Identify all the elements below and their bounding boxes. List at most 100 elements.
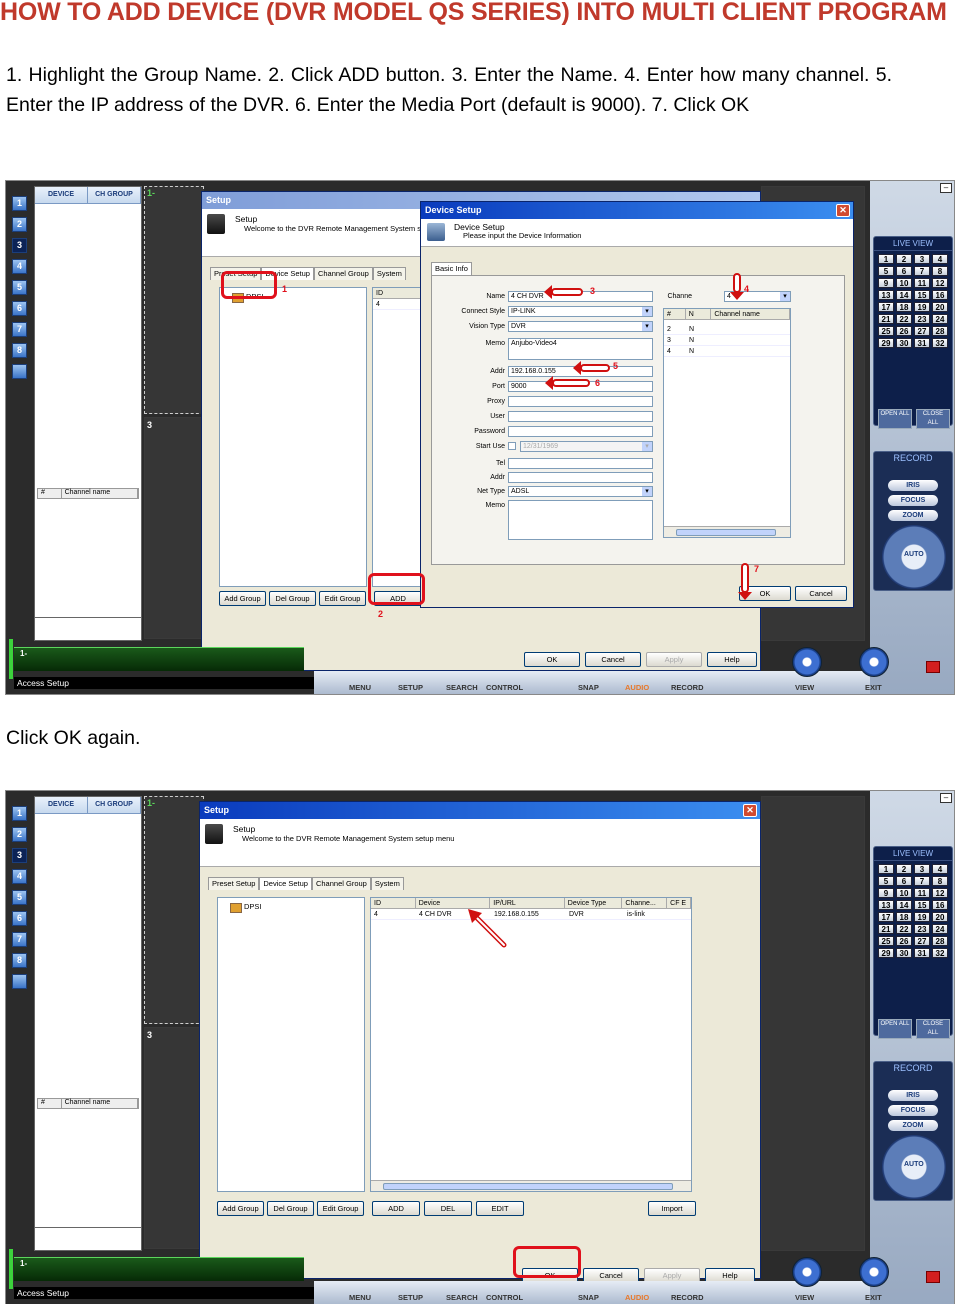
ptz-direction-dial[interactable]: AUTO bbox=[882, 1135, 946, 1199]
live-view-button[interactable]: 19 bbox=[914, 912, 930, 922]
live-view-button[interactable]: 6 bbox=[896, 266, 912, 276]
video-tile-3[interactable]: 3 bbox=[144, 417, 204, 639]
tab-system[interactable]: System bbox=[370, 877, 404, 890]
minimize-icon[interactable]: – bbox=[940, 793, 952, 803]
close-icon[interactable]: ✕ bbox=[743, 804, 757, 817]
left-button-1[interactable]: 1 bbox=[12, 196, 27, 211]
live-view-button[interactable]: 13 bbox=[878, 900, 894, 910]
left-button-6[interactable]: 6 bbox=[12, 301, 27, 316]
iris-control[interactable]: IRIS bbox=[888, 480, 938, 491]
live-view-button[interactable]: 18 bbox=[896, 302, 912, 312]
left-button-8[interactable]: 8 bbox=[12, 343, 27, 358]
live-view-button[interactable]: 3 bbox=[914, 254, 930, 264]
live-view-button[interactable]: 8 bbox=[932, 266, 948, 276]
ptz-direction-dial[interactable]: AUTO bbox=[882, 525, 946, 589]
live-view-button[interactable]: 13 bbox=[878, 290, 894, 300]
live-view-button[interactable]: 17 bbox=[878, 302, 894, 312]
addr2-field[interactable] bbox=[508, 472, 653, 483]
live-view-button[interactable]: 26 bbox=[896, 936, 912, 946]
channel-list-scrollbar[interactable] bbox=[664, 526, 790, 537]
live-view-button[interactable]: 28 bbox=[932, 326, 948, 336]
left-button-3[interactable]: 3 bbox=[12, 238, 27, 253]
start-use-checkbox[interactable] bbox=[508, 442, 516, 450]
live-view-button[interactable]: 21 bbox=[878, 924, 894, 934]
menu-record[interactable]: RECORD bbox=[671, 683, 704, 692]
left-button-7[interactable]: 7 bbox=[12, 932, 27, 947]
add-group-button[interactable]: Add Group bbox=[219, 591, 266, 606]
left-button-grid[interactable] bbox=[12, 364, 27, 379]
live-view-button[interactable]: 31 bbox=[914, 338, 930, 348]
menu-control[interactable]: CONTROL bbox=[486, 683, 523, 692]
live-view-button[interactable]: 30 bbox=[896, 948, 912, 958]
live-view-button[interactable]: 25 bbox=[878, 936, 894, 946]
live-view-button[interactable]: 20 bbox=[932, 912, 948, 922]
left-button-3[interactable]: 3 bbox=[12, 848, 27, 863]
zoom-control[interactable]: ZOOM bbox=[888, 1120, 938, 1131]
edit-group-button[interactable]: Edit Group bbox=[317, 1201, 364, 1216]
live-view-button[interactable]: 4 bbox=[932, 864, 948, 874]
group-item-dpsi[interactable]: DPSI bbox=[230, 902, 262, 913]
memo2-field[interactable] bbox=[508, 500, 653, 540]
list-row-id[interactable]: 4 bbox=[373, 299, 380, 309]
left-button-4[interactable]: 4 bbox=[12, 259, 27, 274]
live-view-button[interactable]: 8 bbox=[932, 876, 948, 886]
table-row[interactable]: 4 4 CH DVR 192.168.0.155 DVR is-link bbox=[371, 909, 691, 920]
ch-row-n[interactable]: N bbox=[686, 324, 712, 334]
tel-field[interactable] bbox=[508, 458, 653, 469]
left-button-2[interactable]: 2 bbox=[12, 827, 27, 842]
live-view-button[interactable]: 28 bbox=[932, 936, 948, 946]
live-view-button[interactable]: 18 bbox=[896, 912, 912, 922]
add-group-button[interactable]: Add Group bbox=[217, 1201, 264, 1216]
zoom-control[interactable]: ZOOM bbox=[888, 510, 938, 521]
left-button-1[interactable]: 1 bbox=[12, 806, 27, 821]
net-type-select[interactable]: ADSL bbox=[508, 486, 653, 497]
live-view-button[interactable]: 5 bbox=[878, 876, 894, 886]
menu-snap[interactable]: SNAP bbox=[578, 1293, 599, 1302]
add-button[interactable]: ADD bbox=[372, 1201, 420, 1216]
left-button-5[interactable]: 5 bbox=[12, 280, 27, 295]
live-view-button[interactable]: 23 bbox=[914, 924, 930, 934]
live-view-button[interactable]: 10 bbox=[896, 888, 912, 898]
menu-audio[interactable]: AUDIO bbox=[625, 1293, 649, 1302]
chgroup-tab[interactable]: CH GROUP bbox=[88, 187, 141, 203]
del-group-button[interactable]: Del Group bbox=[269, 591, 316, 606]
ch-row-n[interactable]: N bbox=[686, 346, 712, 356]
live-view-button[interactable]: 22 bbox=[896, 924, 912, 934]
live-view-button[interactable]: 19 bbox=[914, 302, 930, 312]
menu-control[interactable]: CONTROL bbox=[486, 1293, 523, 1302]
live-view-button[interactable]: 24 bbox=[932, 314, 948, 324]
live-view-button[interactable]: 12 bbox=[932, 278, 948, 288]
live-view-button[interactable]: 10 bbox=[896, 278, 912, 288]
start-use-date[interactable]: 12/31/1969 bbox=[520, 441, 653, 452]
live-view-button[interactable]: 32 bbox=[932, 948, 948, 958]
live-view-button[interactable]: 22 bbox=[896, 314, 912, 324]
ch-row-n[interactable]: N bbox=[686, 335, 712, 345]
tab-channel-group[interactable]: Channel Group bbox=[311, 877, 371, 890]
focus-control[interactable]: FOCUS bbox=[888, 495, 938, 506]
menu-setup[interactable]: SETUP bbox=[398, 1293, 423, 1302]
proxy-field[interactable] bbox=[508, 396, 653, 407]
live-view-button[interactable]: 16 bbox=[932, 290, 948, 300]
left-button-grid[interactable] bbox=[12, 974, 27, 989]
menu-menu[interactable]: MENU bbox=[349, 1293, 371, 1302]
live-view-button[interactable]: 15 bbox=[914, 900, 930, 910]
open-all-button[interactable]: OPEN ALL bbox=[878, 409, 912, 429]
live-view-button[interactable]: 20 bbox=[932, 302, 948, 312]
del-button[interactable]: DEL bbox=[424, 1201, 472, 1216]
video-tile-1[interactable]: 1- bbox=[144, 186, 204, 414]
live-view-button[interactable]: 11 bbox=[914, 888, 930, 898]
view-grid-icon[interactable] bbox=[792, 647, 822, 677]
video-tile-2[interactable] bbox=[761, 796, 865, 1251]
menu-search[interactable]: SEARCH bbox=[446, 1293, 478, 1302]
live-view-button[interactable]: 26 bbox=[896, 326, 912, 336]
live-view-button[interactable]: 29 bbox=[878, 948, 894, 958]
device-list-scrollbar[interactable] bbox=[371, 1180, 691, 1191]
live-view-button[interactable]: 27 bbox=[914, 326, 930, 336]
left-button-6[interactable]: 6 bbox=[12, 911, 27, 926]
live-view-button[interactable]: 1 bbox=[878, 864, 894, 874]
live-view-button[interactable]: 12 bbox=[932, 888, 948, 898]
focus-control[interactable]: FOCUS bbox=[888, 1105, 938, 1116]
live-view-button[interactable]: 2 bbox=[896, 864, 912, 874]
device-tab[interactable]: DEVICE bbox=[35, 797, 88, 813]
left-button-5[interactable]: 5 bbox=[12, 890, 27, 905]
